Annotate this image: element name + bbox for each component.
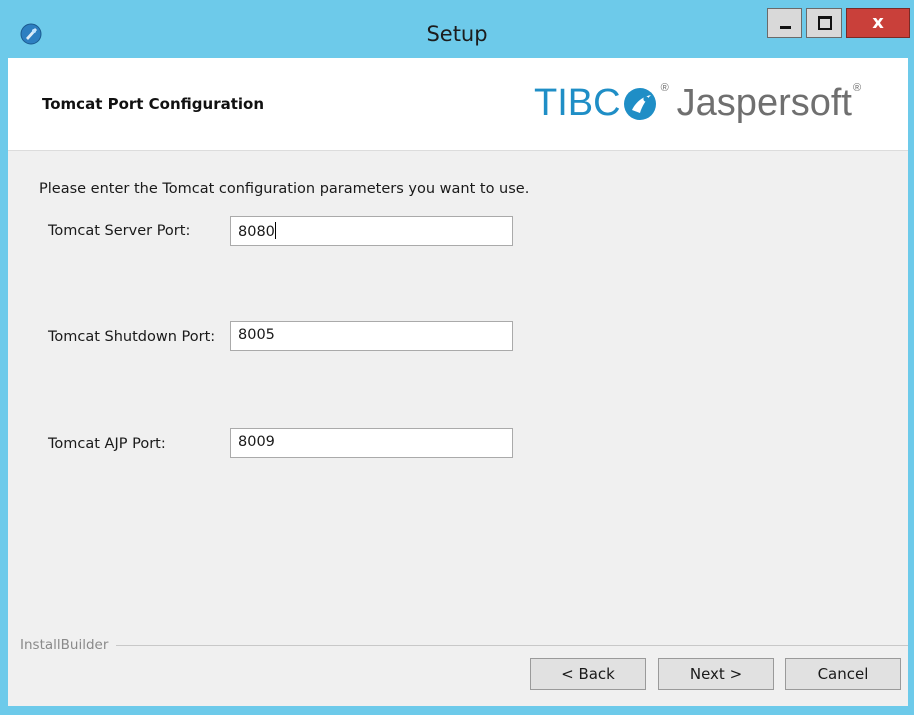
maximize-icon [818, 16, 832, 30]
logo-text-tibco: TIBC [534, 81, 621, 124]
server-port-label: Tomcat Server Port: [48, 223, 191, 239]
minimize-icon [780, 26, 791, 29]
text-caret [274, 222, 276, 239]
title-bar[interactable]: Setup x [0, 0, 914, 58]
instruction-text: Please enter the Tomcat configuration pa… [39, 181, 530, 197]
shutdown-port-input[interactable]: 8005 [230, 321, 513, 351]
minimize-button[interactable] [767, 8, 802, 38]
close-button[interactable]: x [846, 8, 910, 38]
server-port-input[interactable]: 8080 [230, 216, 513, 246]
wizard-header: Tomcat Port Configuration TIBC ® Jaspers… [8, 58, 908, 151]
next-button[interactable]: Next > [658, 658, 774, 690]
server-port-value: 8080 [238, 224, 275, 240]
dialog-body: Tomcat Port Configuration TIBC ® Jaspers… [8, 58, 908, 706]
ajp-port-input[interactable]: 8009 [230, 428, 513, 458]
page-title: Tomcat Port Configuration [42, 95, 265, 113]
logo-registered-mark-2: ® [852, 82, 862, 94]
installbuilder-separator: InstallBuilder [20, 637, 908, 653]
shutdown-port-value: 8005 [238, 327, 275, 343]
cancel-button[interactable]: Cancel [785, 658, 901, 690]
shutdown-port-label: Tomcat Shutdown Port: [48, 329, 216, 345]
installbuilder-label: InstallBuilder [20, 637, 117, 653]
close-icon: x [872, 12, 884, 33]
logo-text-jaspersoft: Jaspersoft [676, 81, 852, 124]
back-button[interactable]: < Back [530, 658, 646, 690]
tibco-o-mark-icon [623, 88, 656, 120]
logo-registered-mark: ® [660, 82, 669, 94]
setup-window: Setup x Tomcat Port Configuration TIBC ®… [0, 0, 914, 715]
ajp-port-label: Tomcat AJP Port: [48, 436, 166, 452]
ajp-port-value: 8009 [238, 434, 275, 450]
separator-line [20, 645, 908, 646]
maximize-button[interactable] [806, 8, 842, 38]
tibco-jaspersoft-logo: TIBC ® Jaspersoft ® [534, 78, 861, 128]
